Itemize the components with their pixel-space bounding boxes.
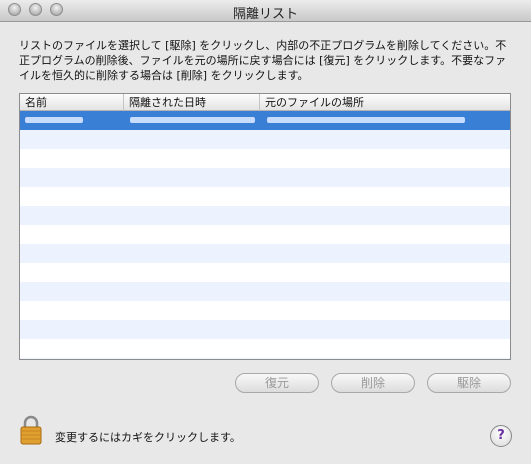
table-row[interactable] (20, 206, 510, 225)
table-row[interactable] (20, 301, 510, 320)
clean-button[interactable]: 駆除 (427, 373, 511, 393)
table-row-selected[interactable] (20, 111, 510, 130)
table-row[interactable] (20, 225, 510, 244)
table-row[interactable] (20, 187, 510, 206)
table-row[interactable] (20, 168, 510, 187)
table-row[interactable] (20, 263, 510, 282)
table-body (20, 111, 510, 359)
instruction-text: リストのファイルを選択して [駆除] をクリックし、内部の不正プログラムを削除し… (19, 39, 507, 82)
redacted-date-cell (130, 117, 255, 123)
title-bar: 隔離リスト (0, 0, 531, 22)
table-header: 名前 隔離された日時 元のファイルの場所 (20, 94, 510, 111)
table-row[interactable] (20, 358, 510, 359)
redacted-name-cell (25, 117, 83, 123)
delete-button[interactable]: 削除 (331, 373, 415, 393)
lock-instruction-text: 変更するにはカギをクリックします。 (55, 431, 241, 444)
column-header-date[interactable]: 隔離された日時 (124, 94, 260, 111)
table-row[interactable] (20, 339, 510, 358)
table-row[interactable] (20, 130, 510, 149)
help-button[interactable]: ? (490, 425, 512, 447)
column-header-name[interactable]: 名前 (20, 94, 124, 111)
window-title: 隔離リスト (232, 7, 298, 22)
table-row[interactable] (20, 244, 510, 263)
lock-icon[interactable] (20, 414, 42, 446)
redacted-location-cell (267, 117, 465, 123)
column-header-location[interactable]: 元のファイルの場所 (260, 94, 510, 111)
restore-button[interactable]: 復元 (235, 373, 319, 393)
table-row[interactable] (20, 149, 510, 168)
table-row[interactable] (20, 282, 510, 301)
quarantine-table: 名前 隔離された日時 元のファイルの場所 (19, 93, 511, 360)
table-row[interactable] (20, 320, 510, 339)
